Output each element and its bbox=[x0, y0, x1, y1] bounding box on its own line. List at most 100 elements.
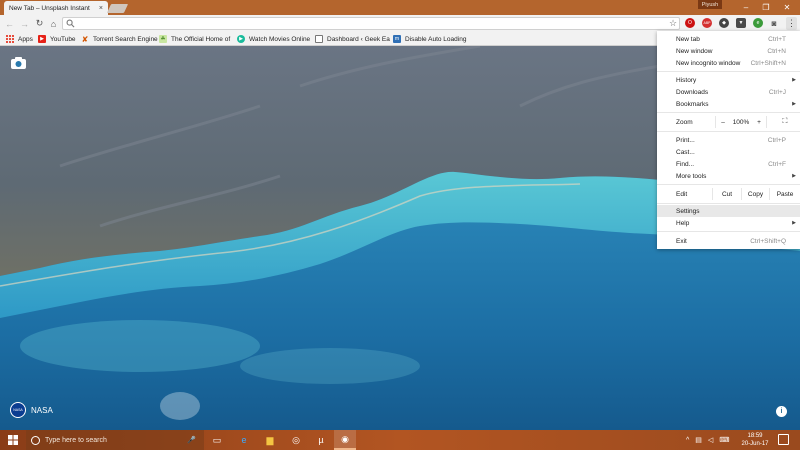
chrome-menu-button[interactable]: ⋮ bbox=[786, 17, 797, 30]
menu-item-edit: Edit Cut Copy Paste bbox=[657, 188, 800, 200]
clock[interactable]: 18:59 20-Jun-17 bbox=[736, 432, 774, 448]
edge-icon[interactable]: e bbox=[233, 430, 255, 450]
submenu-arrow-icon: ▶ bbox=[792, 77, 796, 83]
system-tray: ^ ▤ ◁ ⌨ bbox=[686, 430, 735, 450]
photo-credit[interactable]: NASA NASA bbox=[10, 402, 53, 418]
torrent-icon: ✘ bbox=[81, 34, 89, 44]
taskbar-search[interactable]: Type here to search 🎤 bbox=[26, 430, 204, 450]
bookmark-label: Dashboard ‹ Geek Ea bbox=[327, 35, 390, 43]
keyboard-icon[interactable]: ⌨ bbox=[719, 436, 729, 444]
menu-item-history[interactable]: History ▶ bbox=[657, 74, 800, 86]
tab-close-icon[interactable]: × bbox=[99, 5, 103, 12]
menu-item-new-window[interactable]: New window Ctrl+N bbox=[657, 45, 800, 57]
bookmark-torrent[interactable]: ✘ Torrent Search Engine bbox=[81, 34, 158, 44]
bookmark-label: Disable Auto Loading bbox=[405, 35, 467, 43]
title-bar: New Tab – Unsplash Instant × Piyush – ❐ … bbox=[0, 0, 800, 15]
menu-separator bbox=[657, 203, 800, 204]
menu-item-more-tools[interactable]: More tools ▶ bbox=[657, 170, 800, 182]
chrome-menu: New tab Ctrl+T New window Ctrl+N New inc… bbox=[657, 31, 800, 249]
menu-separator bbox=[657, 184, 800, 185]
menu-separator bbox=[657, 71, 800, 72]
menu-separator bbox=[657, 231, 800, 232]
app-icon[interactable]: ◎ bbox=[285, 430, 307, 450]
windows-taskbar: Type here to search 🎤 ▭ e ▆ ◎ µ ◉ ^ ▤ ◁ … bbox=[0, 430, 800, 450]
back-icon[interactable]: ← bbox=[4, 18, 15, 29]
menu-item-bookmarks[interactable]: Bookmarks ▶ bbox=[657, 98, 800, 110]
forward-icon[interactable]: → bbox=[19, 18, 30, 29]
menu-item-exit[interactable]: Exit Ctrl+Shift+Q bbox=[657, 235, 800, 247]
copy-button[interactable]: Copy bbox=[741, 188, 769, 200]
tab-active[interactable]: New Tab – Unsplash Instant × bbox=[4, 1, 108, 15]
network-icon[interactable]: ▤ bbox=[695, 436, 702, 444]
bookmark-star-icon[interactable]: ☆ bbox=[669, 18, 677, 29]
maximize-button[interactable]: ❐ bbox=[758, 1, 774, 13]
bookmark-autoload[interactable]: m Disable Auto Loading bbox=[393, 34, 466, 44]
close-window-button[interactable]: ✕ bbox=[779, 1, 795, 13]
bookmark-geek[interactable]: Dashboard ‹ Geek Ea bbox=[315, 34, 390, 44]
start-button[interactable] bbox=[0, 430, 26, 450]
menu-item-help[interactable]: Help ▶ bbox=[657, 217, 800, 229]
credit-label: NASA bbox=[31, 405, 53, 415]
menu-item-cast[interactable]: Cast... bbox=[657, 146, 800, 158]
omnibox[interactable]: ☆ bbox=[62, 17, 680, 30]
bookmark-youtube[interactable]: ▶ YouTube bbox=[38, 34, 76, 44]
tab-title: New Tab – Unsplash Instant bbox=[9, 4, 90, 12]
clock-time: 18:59 bbox=[747, 433, 763, 439]
menu-item-incognito[interactable]: New incognito window Ctrl+Shift+N bbox=[657, 57, 800, 69]
bookmark-apps[interactable]: Apps bbox=[6, 34, 33, 44]
opera-icon[interactable]: O bbox=[685, 18, 695, 28]
menu-item-new-tab[interactable]: New tab Ctrl+T bbox=[657, 33, 800, 45]
microphone-icon[interactable]: 🎤 bbox=[187, 436, 196, 444]
paste-button[interactable]: Paste bbox=[769, 188, 800, 200]
submenu-arrow-icon: ▶ bbox=[792, 101, 796, 107]
menu-item-settings[interactable]: Settings bbox=[657, 205, 800, 217]
play-icon: ▶ bbox=[237, 35, 245, 43]
profile-button[interactable]: Piyush bbox=[698, 0, 722, 9]
menu-item-find[interactable]: Find... Ctrl+F bbox=[657, 158, 800, 170]
cortana-icon bbox=[31, 435, 40, 445]
new-tab-button[interactable] bbox=[106, 4, 129, 13]
apps-grid-icon bbox=[6, 35, 14, 43]
evernote-icon[interactable]: e bbox=[753, 18, 763, 28]
youtube-icon: ▶ bbox=[38, 35, 46, 43]
menu-item-downloads[interactable]: Downloads Ctrl+J bbox=[657, 86, 800, 98]
fullscreen-icon[interactable]: ⛶ bbox=[779, 116, 791, 128]
clock-date: 20-Jun-17 bbox=[741, 441, 769, 447]
menu-item-print[interactable]: Print... Ctrl+P bbox=[657, 134, 800, 146]
windows-logo-icon bbox=[8, 435, 18, 445]
camera-icon[interactable] bbox=[10, 56, 27, 70]
camera-ext-icon[interactable]: ◙ bbox=[769, 18, 779, 28]
zoom-in-button[interactable]: + bbox=[753, 116, 765, 128]
address-input[interactable] bbox=[78, 19, 648, 28]
bookmark-label: The Official Home of bbox=[171, 35, 231, 43]
utorrent-icon[interactable]: µ bbox=[310, 430, 332, 450]
tray-chevron-icon[interactable]: ^ bbox=[686, 437, 689, 444]
task-view-icon[interactable]: ▭ bbox=[206, 430, 228, 450]
minimize-button[interactable]: – bbox=[738, 1, 754, 13]
site-icon: ☘ bbox=[159, 35, 167, 43]
volume-icon[interactable]: ◁ bbox=[708, 436, 713, 444]
bookmark-label: Watch Movies Online bbox=[249, 35, 311, 43]
search-icon bbox=[66, 19, 75, 28]
page-icon bbox=[315, 35, 323, 43]
bookmark-label: YouTube bbox=[50, 35, 76, 43]
shield2-icon[interactable]: ▼ bbox=[736, 18, 746, 28]
chrome-icon[interactable]: ◉ bbox=[334, 430, 356, 450]
zoom-level: 100% bbox=[732, 118, 750, 126]
info-icon[interactable]: i bbox=[776, 406, 787, 417]
menu-item-zoom: Zoom – 100% + ⛶ bbox=[657, 116, 800, 128]
menu-separator bbox=[657, 131, 800, 132]
notifications-icon[interactable] bbox=[778, 434, 789, 445]
submenu-arrow-icon: ▶ bbox=[792, 220, 796, 226]
reload-icon[interactable]: ↻ bbox=[34, 18, 45, 29]
cut-button[interactable]: Cut bbox=[712, 188, 741, 200]
shield-icon[interactable]: ◆ bbox=[719, 18, 729, 28]
bookmark-movies[interactable]: ▶ Watch Movies Online bbox=[237, 34, 310, 44]
file-explorer-icon[interactable]: ▆ bbox=[259, 430, 281, 450]
nasa-logo-icon: NASA bbox=[10, 402, 26, 418]
zoom-out-button[interactable]: – bbox=[717, 116, 729, 128]
bookmark-official[interactable]: ☘ The Official Home of bbox=[159, 34, 230, 44]
submenu-arrow-icon: ▶ bbox=[792, 173, 796, 179]
home-icon[interactable]: ⌂ bbox=[48, 18, 59, 29]
abp-icon[interactable]: ABP bbox=[702, 18, 712, 28]
